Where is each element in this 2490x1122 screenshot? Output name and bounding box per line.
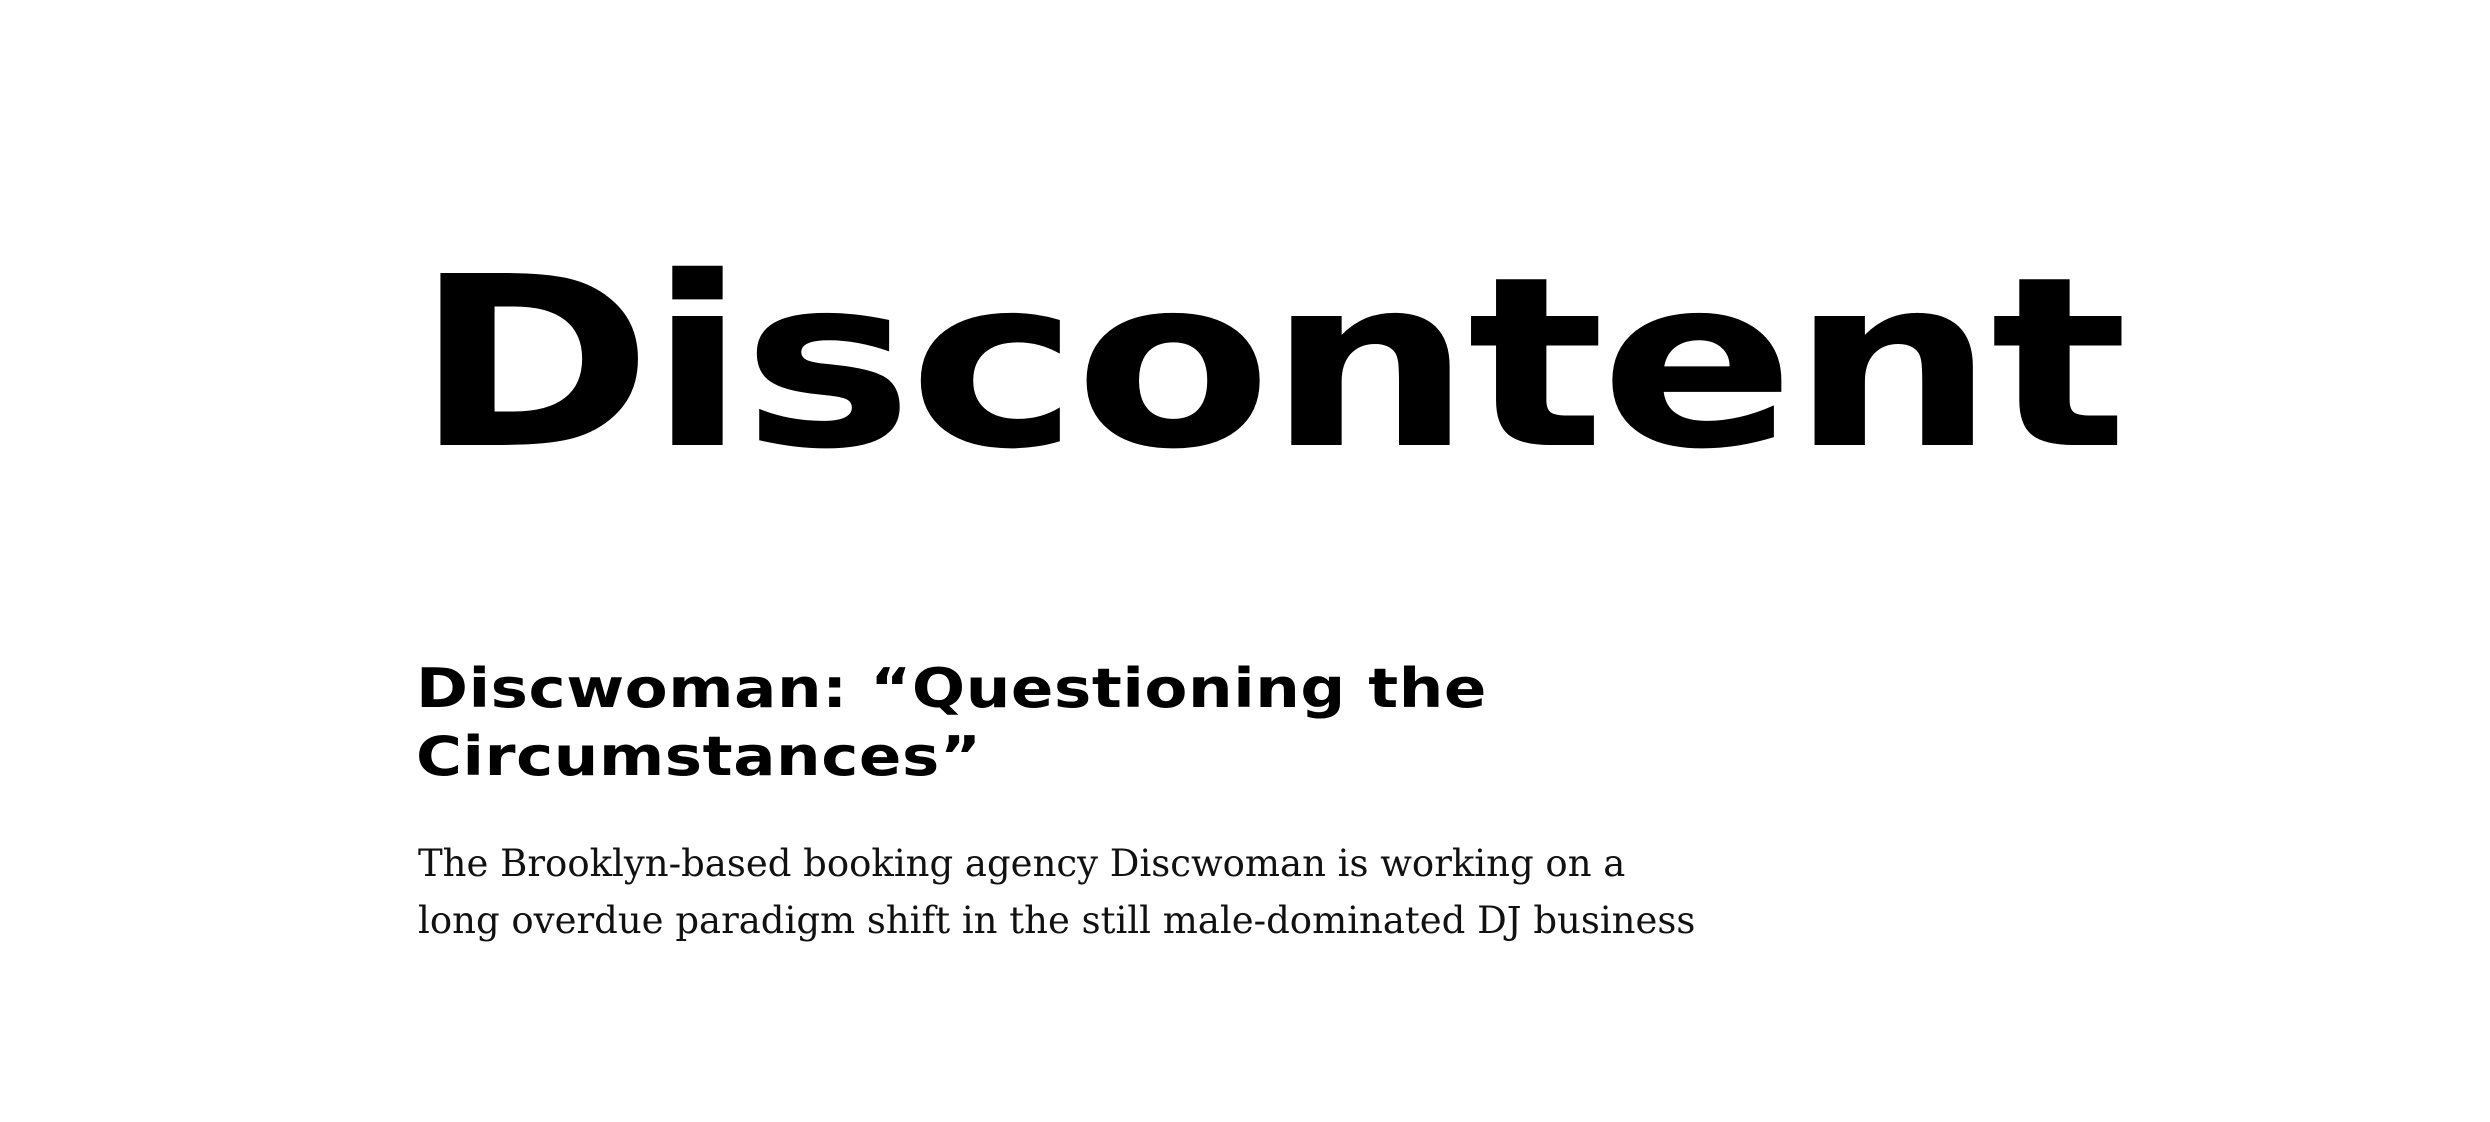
article-summary: The Brooklyn-based booking agency Discwo… <box>418 842 1696 942</box>
article-teaser[interactable]: Discwoman: “Questioning the Circumstance… <box>416 655 1716 949</box>
page: Discontent Discwoman: “Questioning the C… <box>0 0 2490 1122</box>
section-title: Discontent <box>414 226 2128 501</box>
article-title-link[interactable]: Discwoman: “Questioning the Circumstance… <box>416 655 1669 791</box>
